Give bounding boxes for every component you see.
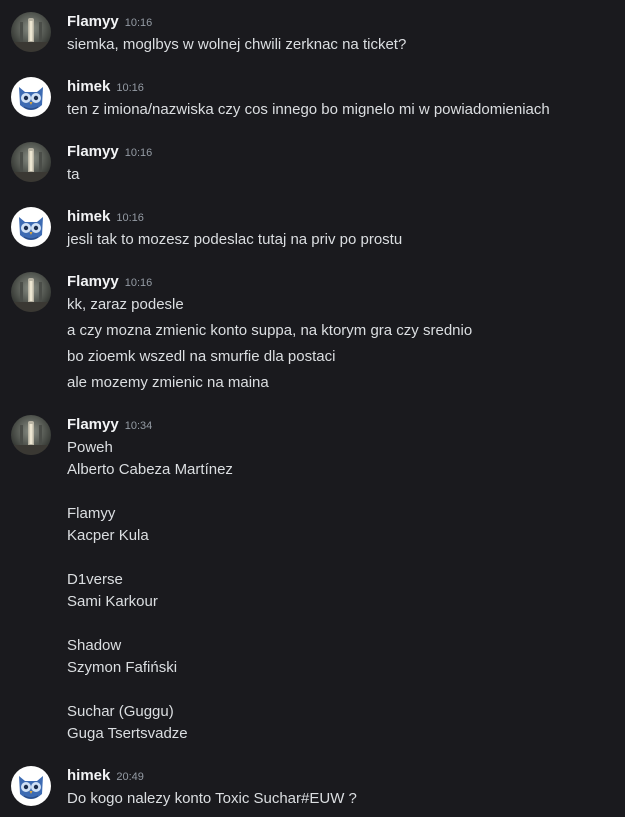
message-text: bo zioemk wszedl na smurfie dla postaci [67, 348, 336, 365]
timestamp: 10:16 [124, 277, 153, 289]
message-text: Flamyy [67, 505, 116, 522]
timestamp: 20:49 [116, 771, 144, 783]
username[interactable]: Flamyy [67, 143, 119, 160]
chat-log: Flamyy 10:16 siemka, moglbys w wolnej chwi… [0, 0, 625, 817]
timestamp: 10:16 [124, 17, 153, 29]
username[interactable]: Flamyy [67, 273, 119, 290]
message-text: ta [67, 166, 80, 183]
message-header: himek 10:16 [67, 77, 144, 97]
avatar-flamyy-icon[interactable] [11, 12, 51, 52]
message-header: Flamyy 10:16 [67, 272, 152, 292]
message-header: himek 20:49 [67, 766, 144, 786]
avatar-flamyy-icon[interactable] [11, 272, 51, 312]
username[interactable]: Flamyy [67, 13, 119, 30]
timestamp: 10:16 [124, 147, 153, 159]
timestamp: 10:16 [116, 212, 144, 224]
username[interactable]: himek [67, 78, 110, 95]
avatar-owl-icon[interactable] [11, 207, 51, 247]
message-text: Shadow [67, 637, 122, 654]
message-text: ten z imiona/nazwiska czy cos innego bo … [67, 101, 550, 118]
username[interactable]: himek [67, 767, 110, 784]
message-header: himek 10:16 [67, 207, 144, 227]
avatar-owl-icon[interactable] [11, 77, 51, 117]
avatar-owl-icon[interactable] [11, 766, 51, 806]
message-text: jesli tak to mozesz podeslac tutaj na pr… [67, 231, 403, 248]
message-text: Alberto Cabeza Martínez [67, 461, 233, 478]
message-text: Poweh [67, 439, 113, 456]
username[interactable]: Flamyy [67, 416, 119, 433]
username[interactable]: himek [67, 208, 110, 225]
message-text: Guga Tsertsvadze [67, 725, 188, 742]
message-header: Flamyy 10:16 [67, 142, 152, 162]
message-text: Suchar (Guggu) [67, 703, 174, 720]
message-text: siemka, moglbys w wolnej chwili zerknac … [67, 36, 407, 53]
message-text: ale mozemy zmienic na maina [67, 374, 269, 391]
avatar-flamyy-icon[interactable] [11, 142, 51, 182]
message-text: Szymon Fafiński [67, 659, 178, 676]
message-header: Flamyy 10:34 [67, 415, 152, 435]
message-text: Kacper Kula [67, 527, 149, 544]
message-text: Sami Karkour [67, 593, 158, 610]
avatar-flamyy-icon[interactable] [11, 415, 51, 455]
message-text: Do kogo nalezy konto Toxic Suchar#EUW ? [67, 790, 357, 807]
message-header: Flamyy 10:16 [67, 12, 152, 32]
message-text: kk, zaraz podesle [67, 296, 184, 313]
timestamp: 10:16 [116, 82, 144, 94]
message-text: a czy mozna zmienic konto suppa, na ktor… [67, 322, 473, 339]
message-text: D1verse [67, 571, 123, 588]
timestamp: 10:34 [124, 420, 153, 432]
